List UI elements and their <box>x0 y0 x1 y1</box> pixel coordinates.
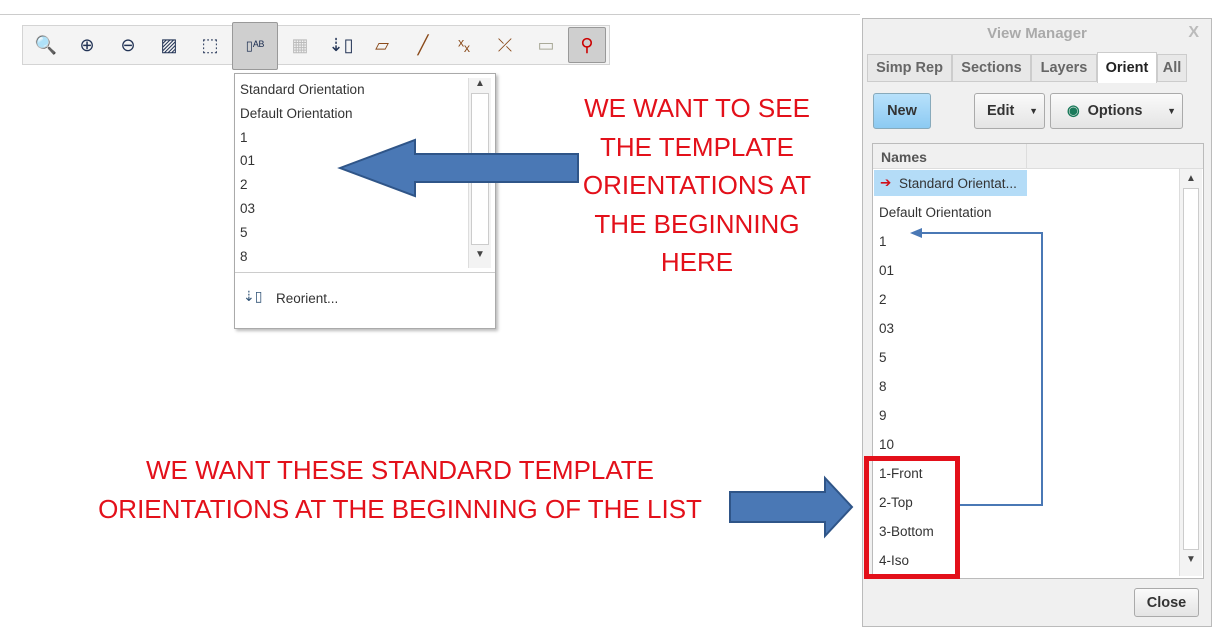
annotation-line: WE WANT TO SEE <box>584 93 810 123</box>
dialog-title: View Manager <box>987 25 1087 42</box>
new-button[interactable]: New <box>873 93 931 129</box>
list-header: Names <box>873 144 1203 169</box>
chevron-down-icon: ▼ <box>1167 106 1176 116</box>
spin-center-icon[interactable]: ⚲ <box>568 27 606 63</box>
zoom-out-icon[interactable]: ⊖ <box>109 27 147 63</box>
list-item[interactable]: 03 <box>879 321 894 336</box>
menu-item[interactable]: 03 <box>240 201 255 216</box>
list-item[interactable]: 8 <box>879 379 887 394</box>
annotation-line: THE TEMPLATE <box>599 131 795 162</box>
refit-icon[interactable]: 🔍 <box>27 27 65 63</box>
tab-layers[interactable]: Layers <box>1031 54 1097 82</box>
csys-display-icon[interactable]: ⤫ <box>486 27 524 63</box>
tab-orient[interactable]: Orient <box>1097 52 1157 83</box>
tab-simp-rep[interactable]: Simp Rep <box>867 54 952 82</box>
axis-display-icon[interactable]: ╱ <box>404 27 442 63</box>
menu-item[interactable]: 1 <box>240 130 248 145</box>
close-icon[interactable]: X <box>1188 24 1199 42</box>
list-item[interactable]: Default Orientation <box>879 205 992 220</box>
edit-button[interactable]: Edit ▼ <box>974 93 1045 129</box>
edit-label: Edit <box>987 103 1015 119</box>
menu-item[interactable]: 01 <box>240 153 255 168</box>
options-button[interactable]: ◉ Options ▼ <box>1050 93 1183 129</box>
annotation-line: THE BEGINNING <box>594 208 800 239</box>
menu-separator <box>235 272 495 273</box>
display-style-icon[interactable]: ⬚ <box>191 27 229 63</box>
bottom-annotation: WE WANT THESE STANDARD TEMPLATE ORIENTAT… <box>60 451 740 528</box>
column-header-names[interactable]: Names <box>881 149 927 165</box>
reorient-icon[interactable]: ⇣▯ <box>322 27 360 63</box>
reorient-menu-item[interactable]: Reorient... <box>276 291 338 306</box>
zoom-in-icon[interactable]: ⊕ <box>68 27 106 63</box>
reorient-icon: ⇣▯ <box>243 288 263 304</box>
list-item[interactable]: 2 <box>879 292 887 307</box>
menu-item[interactable]: Default Orientation <box>240 106 353 121</box>
scrollbar[interactable]: ▲ ▼ <box>1179 169 1202 576</box>
view-manager-icon[interactable]: ▦ <box>281 27 319 63</box>
annotation-line: WE WANT THESE STANDARD TEMPLATE <box>145 455 655 485</box>
repaint-icon[interactable]: ▨ <box>150 27 188 63</box>
list-item[interactable]: 10 <box>879 437 894 452</box>
close-button[interactable]: Close <box>1134 588 1199 617</box>
left-arrow <box>337 138 579 198</box>
plane-display-icon[interactable]: ▱ <box>363 27 401 63</box>
annotation-line: ORIENTATIONS AT <box>582 170 812 200</box>
right-arrow <box>729 475 854 539</box>
chevron-down-icon: ▼ <box>1029 106 1038 116</box>
saved-orientations-icon[interactable]: ▯ᴬᴮ <box>232 22 278 70</box>
connector-arrow <box>910 228 1043 506</box>
arrow-right-icon: ➔ <box>880 175 892 190</box>
menu-item[interactable]: 8 <box>240 249 248 264</box>
tab-sections[interactable]: Sections <box>952 54 1031 82</box>
annotation-line: ORIENTATIONS AT THE BEGINNING OF THE LIS… <box>98 493 702 524</box>
eye-icon: ◉ <box>1067 103 1080 119</box>
list-item[interactable]: 01 <box>879 263 894 278</box>
annotation-line: HERE <box>660 247 734 277</box>
menu-item[interactable]: 2 <box>240 177 248 192</box>
top-annotation: WE WANT TO SEE THE TEMPLATE ORIENTATIONS… <box>560 89 834 282</box>
divider <box>0 14 860 15</box>
options-label: Options <box>1087 103 1143 119</box>
annotation-display-icon[interactable]: ▭ <box>527 27 565 63</box>
view-toolbar: 🔍 ⊕ ⊖ ▨ ⬚ ▯ᴬᴮ ▦ ⇣▯ ▱ ╱ ˣₓ ⤫ ▭ ⚲ <box>22 22 610 70</box>
menu-item[interactable]: 5 <box>240 225 248 240</box>
tab-all[interactable]: All <box>1157 54 1187 82</box>
list-item[interactable]: 5 <box>879 350 887 365</box>
list-item[interactable]: 1 <box>879 234 887 249</box>
menu-item[interactable]: Standard Orientation <box>240 82 365 97</box>
list-item[interactable]: 9 <box>879 408 887 423</box>
point-display-icon[interactable]: ˣₓ <box>445 27 483 63</box>
list-item[interactable]: Standard Orientat... <box>899 176 1017 191</box>
